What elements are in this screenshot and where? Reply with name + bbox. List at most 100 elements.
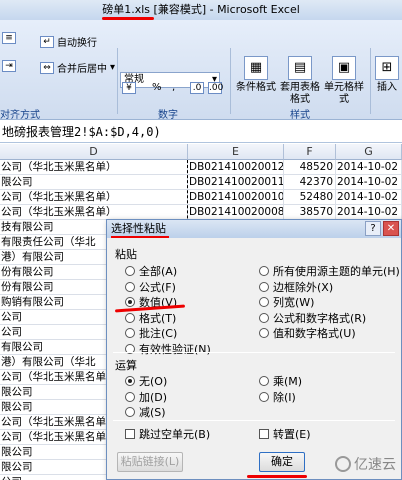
cell[interactable]: 2014-10-02 1 (336, 175, 402, 190)
insert-label: 插入 (377, 82, 397, 93)
dialog-title: 选择性粘贴 (111, 222, 166, 235)
conditional-format-icon: ▦ (244, 56, 268, 80)
paste-section-label: 粘贴 (115, 248, 137, 261)
radio-icon (125, 328, 135, 338)
radio-option[interactable]: 无(O) (125, 373, 167, 389)
radio-option[interactable]: 除(I) (259, 389, 296, 405)
radio-icon (125, 281, 135, 292)
column-header-e[interactable]: E (188, 144, 284, 160)
conditional-format-button[interactable]: ▦ 条件格式 (236, 56, 276, 94)
dialog-title-bar: 选择性粘贴 ? ✕ (107, 220, 401, 238)
cell[interactable]: 2014-10-02 1 (336, 160, 402, 175)
radio-icon (125, 312, 135, 323)
decrease-decimal-icon: .00 (208, 82, 224, 94)
radio-option[interactable]: 边框除外(X) (259, 279, 333, 295)
watermark-text: 亿速云 (354, 457, 396, 473)
wrap-text-button[interactable]: ↵ 自动换行 (40, 34, 97, 49)
cell[interactable]: 2014-10-02 0 (336, 190, 402, 205)
radio-option[interactable]: 减(S) (125, 404, 166, 420)
checkbox-icon (125, 429, 135, 439)
column-header-d[interactable]: D (0, 144, 188, 160)
window-title-bar: 磅单1.xls [兼容模式] - Microsoft Excel (0, 0, 402, 20)
radio-icon (125, 297, 135, 307)
paste-link-button[interactable]: 粘贴链接(L) (117, 452, 183, 472)
cell[interactable]: DB021410020010 (188, 190, 284, 205)
decrease-decimal-button[interactable]: .00 (208, 82, 224, 94)
radio-label: 乘(M) (273, 375, 303, 388)
increase-decimal-button[interactable]: .0 (190, 82, 204, 94)
skip-blanks-label: 跳过空单元(B) (139, 428, 211, 441)
column-header-f[interactable]: F (284, 144, 336, 160)
comma-label: , (172, 82, 176, 93)
radio-label: 批注(C) (139, 327, 178, 340)
cell[interactable]: 38570 (284, 205, 336, 220)
cell[interactable]: 2014-10-02 0 (336, 205, 402, 220)
radio-icon (259, 297, 269, 307)
radio-option[interactable]: 格式(T) (125, 310, 176, 326)
radio-option[interactable]: 公式和数字格式(R) (259, 310, 366, 326)
radio-label: 列宽(W) (273, 296, 315, 309)
cell[interactable]: 42370 (284, 175, 336, 190)
ok-button[interactable]: 确定 (259, 452, 305, 472)
cell[interactable]: DB021410020012 (188, 160, 284, 175)
radio-option[interactable]: 加(D) (125, 389, 167, 405)
transpose-label: 转置(E) (273, 428, 311, 441)
formula-bar[interactable]: 地磅报表管理2!$A:$D,4,0) (0, 121, 402, 143)
radio-option[interactable]: 全部(A) (125, 263, 177, 279)
group-divider (230, 48, 231, 114)
radio-icon (259, 328, 269, 338)
skip-blanks-checkbox[interactable]: 跳过空单元(B) (125, 426, 210, 442)
table-format-label: 套用表格格式 (280, 82, 320, 105)
percent-label: % (152, 82, 162, 93)
radio-label: 公式和数字格式(R) (273, 311, 367, 325)
radio-label: 减(S) (139, 406, 166, 419)
comma-button[interactable]: , (172, 82, 175, 93)
checkbox-icon (259, 429, 269, 439)
radio-icon (259, 391, 269, 402)
radio-label: 值和数字格式(U) (273, 327, 356, 340)
radio-icon (125, 266, 135, 276)
radio-label: 所有使用源主题的单元(H) (273, 265, 400, 278)
styles-group-label: 样式 (290, 110, 310, 121)
transpose-checkbox[interactable]: 转置(E) (259, 426, 311, 442)
radio-label: 除(I) (273, 390, 296, 404)
radio-icon (125, 407, 135, 417)
radio-label: 有效性验证(N) (139, 342, 211, 356)
radio-option[interactable]: 值和数字格式(U) (259, 325, 356, 341)
ribbon: ≡ ⇥ ↵ 自动换行 ⇔ 合并后居中 ▾ 对齐方式 常规 ▾ ¥ % , .0 … (0, 20, 402, 121)
table-format-icon: ▤ (288, 56, 312, 80)
cell[interactable]: 48520 (284, 160, 336, 175)
close-button[interactable]: ✕ (383, 221, 399, 236)
radio-option[interactable]: 批注(C) (125, 325, 177, 341)
currency-icon: ¥ (122, 82, 136, 94)
red-underline-annotation (247, 475, 307, 478)
section-divider (113, 352, 395, 353)
align-left-button[interactable]: ≡ (2, 32, 16, 44)
help-button[interactable]: ? (365, 221, 381, 236)
column-header-g[interactable]: G (336, 144, 402, 160)
cell[interactable]: DB021410020008 (188, 205, 284, 220)
radio-option[interactable]: 所有使用源主题的单元(H) (259, 263, 400, 279)
cell[interactable]: DB021410020011 (188, 175, 284, 190)
radio-option[interactable]: 列宽(W) (259, 294, 314, 310)
cell-styles-icon: ▣ (332, 56, 356, 80)
currency-button[interactable]: ¥ (122, 82, 136, 94)
table-format-button[interactable]: ▤ 套用表格格式 (280, 56, 320, 106)
cell-styles-button[interactable]: ▣ 单元格样式 (324, 56, 364, 106)
merge-center-label: 合并后居中 (57, 64, 107, 75)
cell[interactable]: 52480 (284, 190, 336, 205)
indent-icon: ⇥ (2, 60, 16, 72)
percent-button[interactable]: % (152, 82, 162, 93)
chevron-down-icon: ▾ (110, 62, 116, 73)
red-underline-annotation (111, 236, 169, 238)
radio-option[interactable]: 公式(F) (125, 279, 176, 295)
formula-text: 地磅报表管理2!$A:$D,4,0) (2, 125, 161, 139)
align-icon: ≡ (2, 32, 16, 44)
wrap-text-label: 自动换行 (57, 38, 97, 49)
radio-label: 无(O) (139, 375, 168, 388)
radio-option[interactable]: 有效性验证(N) (125, 341, 211, 357)
insert-button[interactable]: ⊞ 插入 (372, 56, 402, 94)
indent-button[interactable]: ⇥ (2, 60, 16, 72)
merge-center-button[interactable]: ⇔ 合并后居中 ▾ (40, 60, 115, 75)
radio-option[interactable]: 乘(M) (259, 373, 302, 389)
